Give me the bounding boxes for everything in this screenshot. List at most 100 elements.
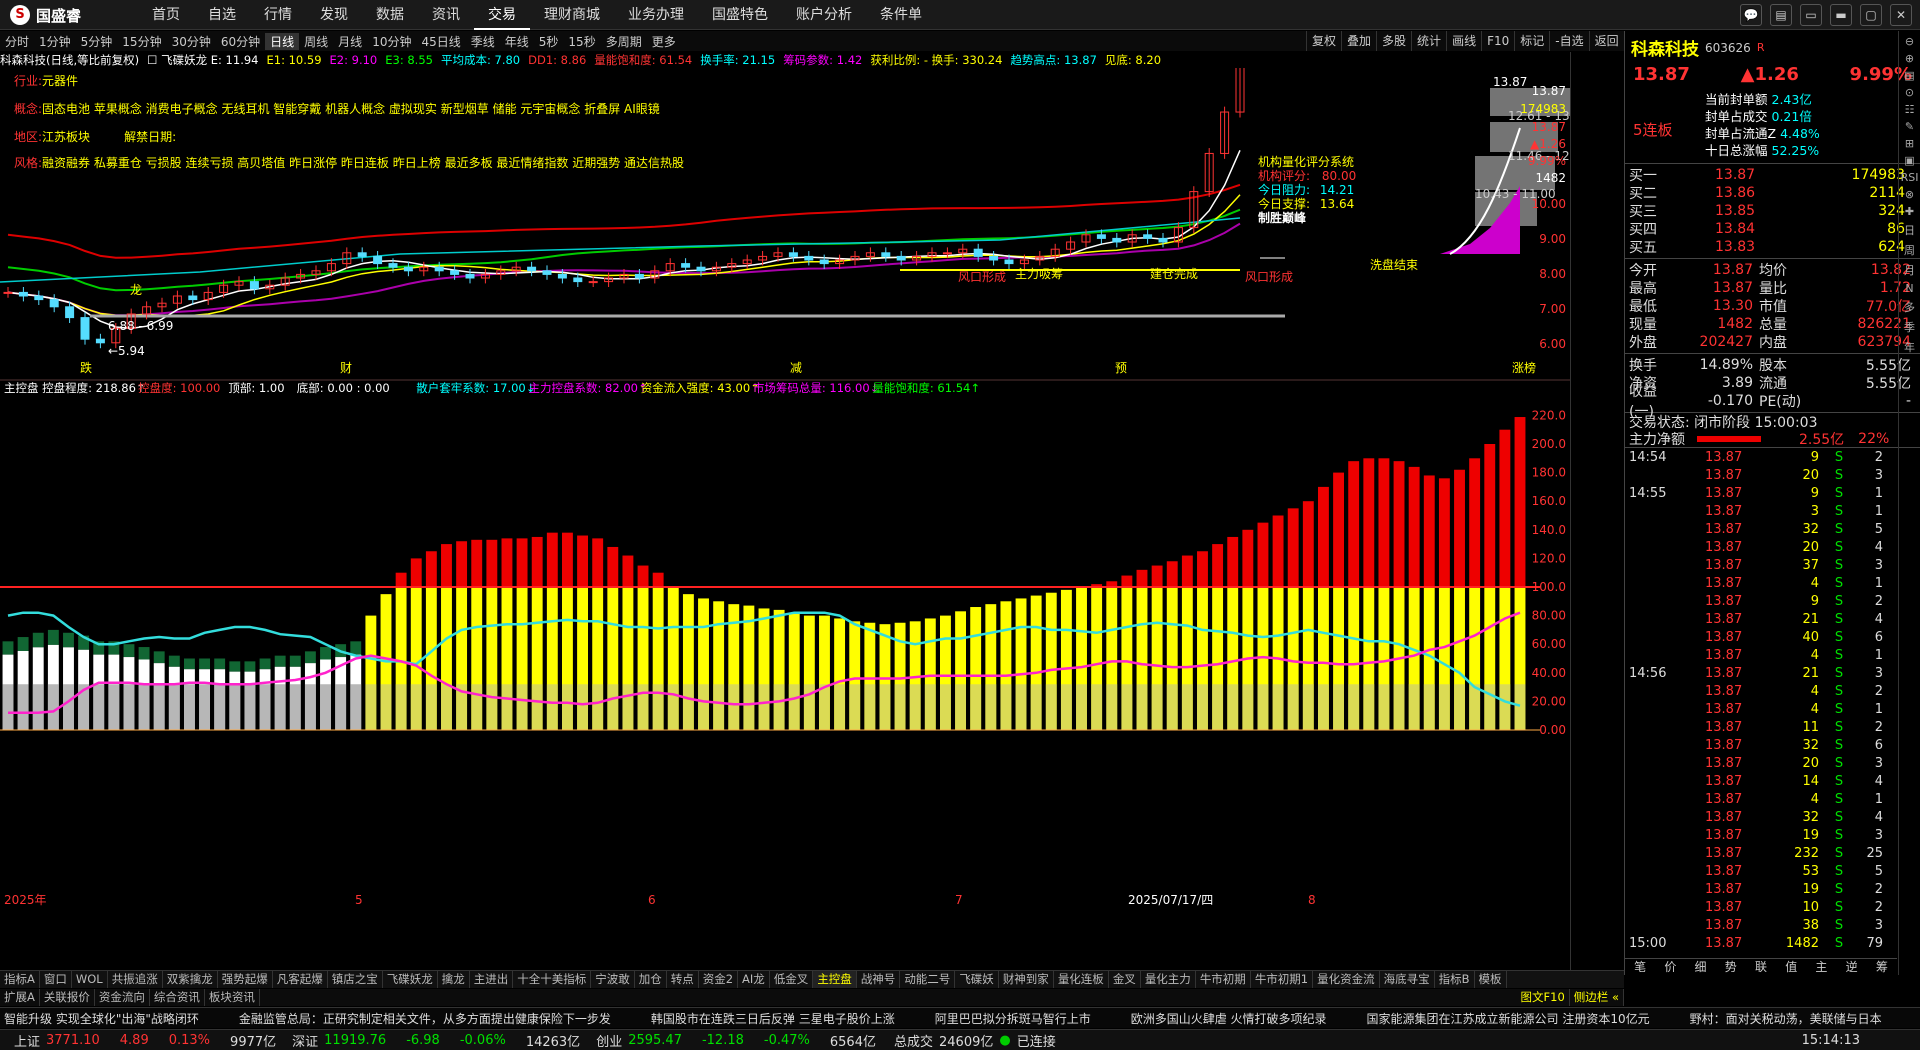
side-tool-icon[interactable]: RSI <box>1901 171 1919 184</box>
side-tool-icon[interactable]: 月 <box>1904 262 1915 278</box>
tick-tab[interactable]: 细 <box>1685 959 1715 975</box>
news-item[interactable]: 国家能源集团在江苏成立新能源公司 注册资本10亿元 <box>1367 1010 1650 1027</box>
indicator-tab[interactable]: 强势起爆 <box>218 971 273 988</box>
period-tab-1[interactable]: 1分钟 <box>34 33 76 50</box>
period-tab-10[interactable]: 45日线 <box>416 33 465 50</box>
tool-button-0[interactable]: 复权 <box>1306 31 1341 51</box>
period-tab-0[interactable]: 分时 <box>0 33 34 50</box>
index-name[interactable]: 创业 <box>596 1031 622 1050</box>
index-name[interactable]: 深证 <box>292 1031 318 1050</box>
menu-item-9[interactable]: 国盛特色 <box>698 0 782 30</box>
tick-list[interactable]: 14:54 13.87 9 S 2 13.87 20 S 3 14:55 13.87 9 S 1 13.87… <box>1625 448 1920 952</box>
indicator-tab[interactable]: 飞碟妖 <box>955 971 999 988</box>
news-item[interactable]: 金融监管总局：正研究制定相关文件，从多方面提出健康保险下一步发 <box>239 1010 611 1027</box>
tick-tab[interactable]: 筹 <box>1867 959 1897 975</box>
period-tab-12[interactable]: 年线 <box>500 33 534 50</box>
tick-tab[interactable]: 主 <box>1806 959 1836 975</box>
side-tool-icon[interactable]: ✎ <box>1905 120 1914 133</box>
panel-tab[interactable]: 关联报价 <box>40 989 95 1006</box>
indicator-tab[interactable]: 指标B <box>1435 971 1475 988</box>
indicator-tab[interactable]: 双紫擒龙 <box>163 971 218 988</box>
indicator-tab[interactable]: WOL <box>72 971 108 988</box>
indicator-tab[interactable]: 共振追涨 <box>108 971 163 988</box>
side-tool-icon[interactable]: ⊞ <box>1905 137 1914 150</box>
indicator-tab[interactable]: AI龙 <box>738 971 770 988</box>
index-name[interactable]: 上证 <box>14 1031 40 1050</box>
indicator-tab[interactable]: 量化资金流 <box>1313 971 1380 988</box>
period-tab-11[interactable]: 季线 <box>466 33 500 50</box>
news-item[interactable]: 欧洲多国山火肆虐 火情打破多项纪录 <box>1131 1010 1327 1027</box>
period-tab-5[interactable]: 60分钟 <box>216 33 265 50</box>
window-button-icon-2[interactable]: ▭ <box>1800 4 1822 26</box>
panel-tab[interactable]: 板块资讯 <box>205 989 260 1006</box>
panel-tab[interactable]: 资金流向 <box>95 989 150 1006</box>
indicator-tab[interactable]: 转点 <box>667 971 699 988</box>
side-tool-icon[interactable]: ⊗ <box>1905 188 1914 201</box>
indicator-tab[interactable]: 量化连板 <box>1054 971 1109 988</box>
panel-tab[interactable]: 综合资讯 <box>150 989 205 1006</box>
indicator-tab[interactable]: 战神号 <box>857 971 901 988</box>
indicator-tab[interactable]: 主进出 <box>470 971 514 988</box>
period-tab-8[interactable]: 月线 <box>333 33 367 50</box>
side-tool-icon[interactable]: 多 <box>1904 299 1915 315</box>
menu-item-4[interactable]: 数据 <box>362 0 418 30</box>
period-tab-13[interactable]: 5秒 <box>534 33 564 50</box>
indicator-tab[interactable]: 十全十美指标 <box>513 971 592 988</box>
indicator-tab[interactable]: 低金叉 <box>770 971 814 988</box>
indicator-tab[interactable]: 量化主力 <box>1141 971 1196 988</box>
news-item[interactable]: 韩国股市在连跌三日后反弹 三星电子股价上涨 <box>651 1010 895 1027</box>
indicator-tab[interactable]: 牛市初期1 <box>1251 971 1314 988</box>
menu-item-8[interactable]: 业务办理 <box>614 0 698 30</box>
menu-item-1[interactable]: 自选 <box>194 0 250 30</box>
indicator-tab[interactable]: 资金2 <box>699 971 739 988</box>
kline-and-indicator-chart[interactable]: 13.8712.61 - 13.311.46 - 12.6110.43 - 11… <box>0 68 1570 928</box>
period-tab-6[interactable]: 日线 <box>265 32 300 50</box>
panel-tab-right[interactable]: 侧边栏 « <box>1570 989 1624 1006</box>
menu-item-3[interactable]: 发现 <box>306 0 362 30</box>
period-tab-16[interactable]: 更多 <box>647 33 681 50</box>
menu-item-11[interactable]: 条件单 <box>866 0 936 30</box>
menu-item-10[interactable]: 账户分析 <box>782 0 866 30</box>
tool-button-3[interactable]: 统计 <box>1411 31 1446 51</box>
side-tool-icon[interactable]: 年 <box>1904 339 1915 355</box>
tick-tab[interactable]: 笔 <box>1625 959 1655 975</box>
side-tool-icon[interactable]: ⊖ <box>1905 35 1914 48</box>
indicator-tab[interactable]: 宁波敢 <box>591 971 635 988</box>
indicator-tab[interactable]: 海底寻宝 <box>1380 971 1435 988</box>
window-button-icon-5[interactable]: ✕ <box>1890 4 1912 26</box>
indicator-tab[interactable]: 动能二号 <box>900 971 956 988</box>
indicator-tab[interactable]: 主控盘 <box>813 971 857 988</box>
indicator-tab[interactable]: 金叉 <box>1109 971 1141 988</box>
period-tab-15[interactable]: 多周期 <box>601 33 647 50</box>
side-tool-icon[interactable]: ▤ <box>1904 69 1914 82</box>
tick-tab[interactable]: 价 <box>1655 959 1685 975</box>
side-tool-icon[interactable]: 周 <box>1904 242 1915 258</box>
tick-tab[interactable]: 势 <box>1716 959 1746 975</box>
period-tab-9[interactable]: 10分钟 <box>367 33 416 50</box>
tick-tab[interactable]: 值 <box>1776 959 1806 975</box>
side-tool-icon[interactable]: ▣ <box>1904 154 1914 167</box>
tool-button-8[interactable]: 返回 <box>1588 31 1624 51</box>
tool-button-7[interactable]: -自选 <box>1549 31 1588 51</box>
side-tool-icon[interactable]: ⊙ <box>1905 86 1914 99</box>
indicator-tab[interactable]: 凡客起爆 <box>273 971 328 988</box>
period-tab-4[interactable]: 30分钟 <box>167 33 216 50</box>
period-tab-14[interactable]: 15秒 <box>563 33 600 50</box>
side-tool-icon[interactable]: 季 <box>1904 319 1915 335</box>
news-item[interactable]: 阿里巴巴拟分拆斑马智行上市 <box>935 1010 1091 1027</box>
window-button-icon-0[interactable]: 💬 <box>1740 4 1762 26</box>
indicator-tab[interactable]: 财神到家 <box>999 971 1054 988</box>
side-tool-icon[interactable]: ☷ <box>1905 103 1915 116</box>
tool-button-1[interactable]: 叠加 <box>1341 31 1376 51</box>
window-button-icon-4[interactable]: ▢ <box>1860 4 1882 26</box>
tool-button-5[interactable]: F10 <box>1481 31 1514 51</box>
indicator-tab[interactable]: 窗口 <box>40 971 72 988</box>
window-button-icon-1[interactable]: ▤ <box>1770 4 1792 26</box>
news-item[interactable]: 智能升级 实现全球化"出海"战略闭环 <box>4 1010 199 1027</box>
panel-tab[interactable]: 扩展A <box>0 989 40 1006</box>
indicator-tab[interactable]: 牛市初期 <box>1196 971 1251 988</box>
indicator-tab[interactable]: 飞碟妖龙 <box>383 971 438 988</box>
menu-item-5[interactable]: 资讯 <box>418 0 474 30</box>
tool-button-6[interactable]: 标记 <box>1514 31 1549 51</box>
window-button-icon-3[interactable]: ▬ <box>1830 4 1852 26</box>
